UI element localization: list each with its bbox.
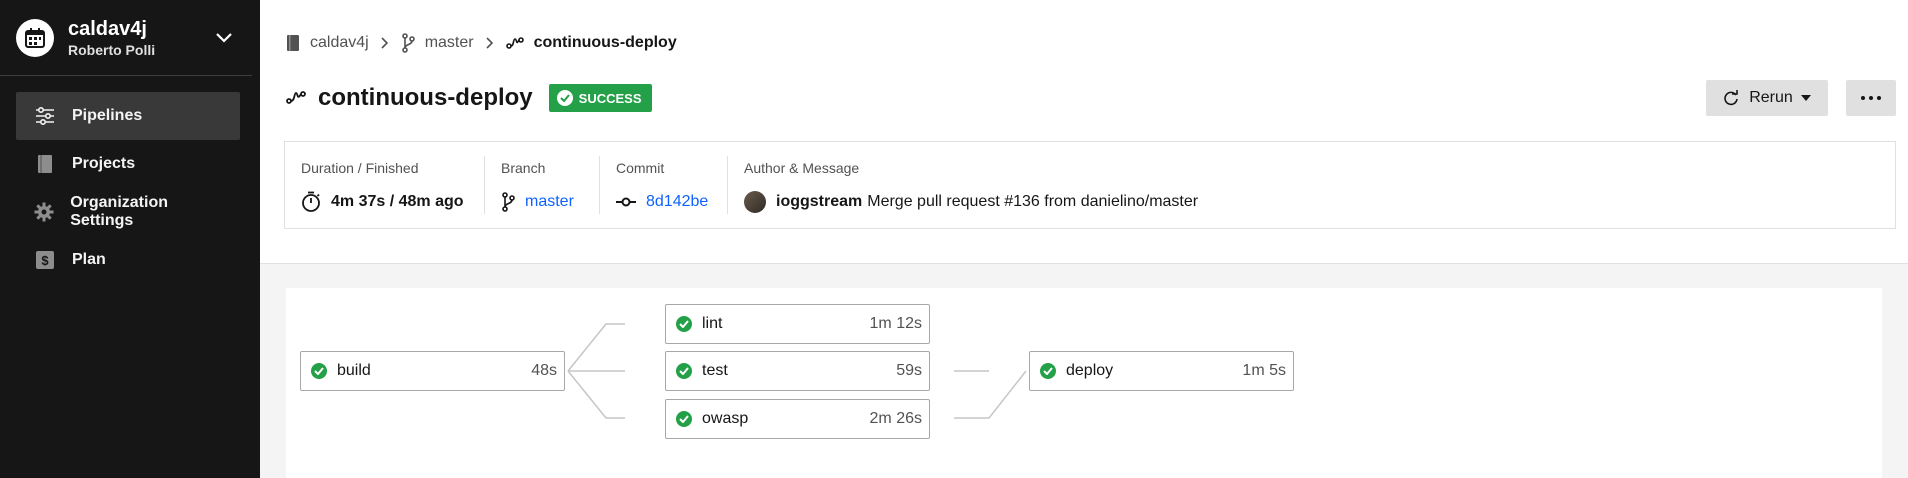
- job-duration: 1m 5s: [1242, 362, 1286, 379]
- breadcrumb-branch-label: master: [424, 34, 474, 51]
- book-icon: [287, 35, 299, 51]
- timer-icon: [302, 191, 320, 212]
- rerun-button[interactable]: Rerun: [1706, 80, 1828, 116]
- sidebar-item-label: Projects: [72, 155, 136, 172]
- job-test[interactable]: test 59s: [665, 351, 930, 391]
- sidebar: caldav4j Roberto Polli Pipelines Project…: [0, 0, 260, 478]
- sidebar-item-label: Plan: [72, 251, 106, 268]
- sidebar-item-organization-settings[interactable]: Organization Settings: [16, 188, 240, 236]
- branch-section: Branch master: [485, 156, 600, 214]
- check-circle-icon: [676, 316, 692, 332]
- chevron-right-icon: [381, 37, 389, 49]
- overflow-menu-icon: [1861, 96, 1881, 100]
- job-duration: 59s: [896, 362, 922, 379]
- chevron-down-icon[interactable]: [212, 26, 236, 50]
- branch-value: master: [501, 190, 583, 214]
- status-badge-label: SUCCESS: [578, 90, 642, 106]
- sidebar-item-label: Pipelines: [72, 107, 143, 124]
- breadcrumb: caldav4j master continuous-deploy: [286, 30, 677, 56]
- gear-icon: [34, 201, 54, 223]
- job-deploy[interactable]: deploy 1m 5s: [1029, 351, 1294, 391]
- duration-value: 4m 37s / 48m ago: [301, 190, 468, 214]
- avatar: [744, 191, 766, 213]
- author-name: ioggstream: [776, 193, 863, 210]
- workflow-info-panel: Duration / Finished 4m 37s / 48m ago Bra…: [284, 141, 1896, 229]
- job-build[interactable]: build 48s: [300, 351, 565, 391]
- job-duration: 1m 12s: [869, 315, 922, 332]
- more-options-button[interactable]: [1846, 80, 1896, 116]
- book-icon: [34, 153, 56, 175]
- branch-icon: [502, 192, 515, 212]
- org-user: Roberto Polli: [68, 41, 156, 58]
- job-name: test: [702, 362, 728, 379]
- commit-icon: [616, 197, 636, 207]
- sidebar-nav: Pipelines Projects Organization Settings…: [0, 92, 260, 284]
- job-name: build: [337, 362, 371, 379]
- check-circle-icon: [1040, 363, 1056, 379]
- rerun-button-label: Rerun: [1749, 89, 1793, 106]
- breadcrumb-project-label: caldav4j: [310, 34, 369, 51]
- workflow-header: caldav4j master continuous-deploy contin…: [260, 0, 1908, 264]
- dollar-icon: $: [34, 249, 56, 271]
- job-owasp[interactable]: owasp 2m 26s: [665, 399, 930, 439]
- org-name: caldav4j: [68, 17, 147, 40]
- workflow-icon: [286, 91, 306, 104]
- sidebar-item-label: Organization Settings: [70, 194, 168, 229]
- author-value: ioggstream Merge pull request #136 from …: [744, 190, 1879, 214]
- chevron-right-icon: [486, 37, 494, 49]
- caret-down-icon: [1800, 95, 1811, 101]
- breadcrumb-branch[interactable]: master: [401, 33, 474, 53]
- job-name: owasp: [702, 410, 749, 427]
- check-circle-icon: [676, 363, 692, 379]
- refresh-icon: [1724, 90, 1739, 106]
- branch-label: Branch: [501, 160, 546, 176]
- job-name: lint: [702, 315, 723, 332]
- check-circle-icon: [311, 363, 327, 379]
- commit-value: 8d142be: [616, 190, 711, 214]
- job-duration: 2m 26s: [869, 410, 922, 427]
- author-section: Author & Message ioggstream Merge pull r…: [728, 156, 1895, 214]
- commit-message: Merge pull request #136 from danielino/m…: [867, 193, 1199, 210]
- duration-value-text: 4m 37s / 48m ago: [331, 193, 464, 210]
- calendar-icon: [16, 18, 54, 57]
- pipelines-icon: [34, 105, 56, 127]
- breadcrumb-workflow-label: continuous-deploy: [533, 34, 677, 51]
- job-duration: 48s: [531, 362, 557, 379]
- page-title: continuous-deploy: [318, 84, 533, 111]
- workflow-icon: [505, 37, 524, 49]
- sidebar-item-projects[interactable]: Projects: [16, 140, 240, 188]
- workflow-graph: build 48s lint 1m 12s test 59s owasp 2m …: [286, 288, 1882, 478]
- commit-label: Commit: [616, 160, 665, 176]
- duration-label: Duration / Finished: [301, 160, 419, 176]
- check-icon: [556, 90, 573, 106]
- duration-section: Duration / Finished 4m 37s / 48m ago: [285, 156, 485, 214]
- commit-section: Commit 8d142be: [600, 156, 728, 214]
- status-badge: SUCCESS: [548, 84, 652, 112]
- main-content: caldav4j master continuous-deploy contin…: [260, 0, 1908, 478]
- org-switcher[interactable]: caldav4j Roberto Polli: [0, 0, 252, 76]
- author-label: Author & Message: [744, 160, 860, 176]
- title-row: continuous-deploy SUCCESS: [286, 80, 652, 116]
- job-name: deploy: [1066, 362, 1114, 379]
- branch-link[interactable]: master: [525, 193, 574, 211]
- check-circle-icon: [676, 411, 692, 427]
- breadcrumb-project[interactable]: caldav4j: [286, 34, 369, 52]
- job-lint[interactable]: lint 1m 12s: [665, 304, 930, 344]
- sidebar-item-pipelines[interactable]: Pipelines: [16, 92, 240, 140]
- breadcrumb-workflow: continuous-deploy: [505, 34, 677, 52]
- commit-link[interactable]: 8d142be: [646, 193, 708, 211]
- svg-text:$: $: [41, 253, 49, 268]
- branch-icon: [401, 33, 415, 53]
- sidebar-item-plan[interactable]: $ Plan: [16, 236, 240, 284]
